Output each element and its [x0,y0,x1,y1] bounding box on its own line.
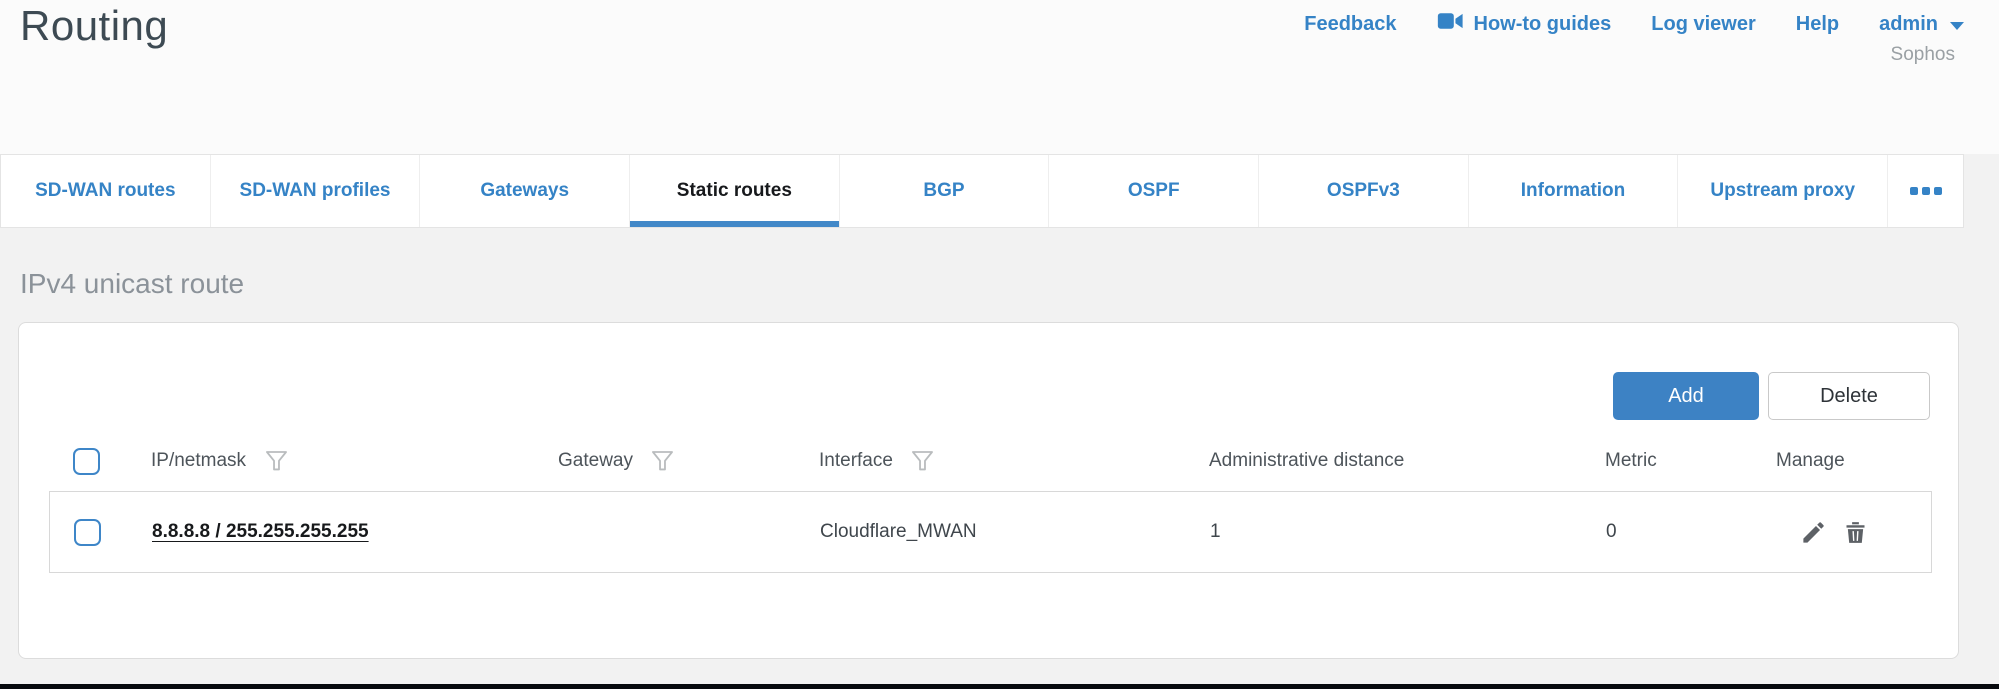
user-menu[interactable]: admin [1879,13,1964,36]
tab-upstream-proxy[interactable]: Upstream proxy [1677,155,1887,227]
tab-bgp[interactable]: BGP [839,155,1049,227]
ellipsis-icon [1910,187,1942,195]
routes-table: IP/netmask Gateway Interface Administrat… [49,431,1932,573]
add-button[interactable]: Add [1613,372,1759,420]
user-name: admin [1879,13,1938,36]
column-header-gateway: Gateway [558,450,633,472]
row-checkbox[interactable] [74,519,101,546]
chevron-down-icon [1950,22,1964,30]
tab-ospf[interactable]: OSPF [1048,155,1258,227]
filter-funnel-icon[interactable] [262,447,290,475]
select-all-checkbox[interactable] [73,448,100,475]
column-header-metric: Metric [1605,450,1657,472]
route-interface-value: Cloudflare_MWAN [820,521,1210,543]
table-row: 8.8.8.8 / 255.255.255.255 Cloudflare_MWA… [49,491,1932,573]
tab-gateways[interactable]: Gateways [419,155,629,227]
filter-funnel-icon[interactable] [909,447,937,475]
routing-tabbar: SD-WAN routes SD-WAN profiles Gateways S… [0,154,1964,228]
pencil-icon[interactable] [1799,518,1827,546]
route-ip-netmask-link[interactable]: 8.8.8.8 / 255.255.255.255 [152,521,369,542]
column-header-admin-distance: Administrative distance [1209,450,1404,472]
video-camera-icon [1437,10,1464,38]
tab-static-routes[interactable]: Static routes [629,155,839,227]
route-manage-cell [1777,518,1931,546]
column-header-manage: Manage [1776,450,1845,472]
bottom-edge-strip [0,684,1999,689]
route-metric-value: 0 [1606,521,1777,543]
feedback-link[interactable]: Feedback [1304,13,1396,36]
route-admin-distance-value: 1 [1210,521,1606,543]
org-label: Sophos [1891,44,1955,66]
routes-card: Add Delete IP/netmask Gateway Interface [18,322,1959,659]
tab-information[interactable]: Information [1468,155,1678,227]
filter-funnel-icon[interactable] [649,447,677,475]
column-header-interface: Interface [819,450,893,472]
table-header-row: IP/netmask Gateway Interface Administrat… [49,431,1932,491]
top-navigation: Feedback How-to guides Log viewer Help a… [1304,10,1964,38]
howto-guides-link[interactable]: How-to guides [1437,10,1612,38]
table-toolbar: Add Delete [1613,372,1930,420]
tab-ospfv3[interactable]: OSPFv3 [1258,155,1468,227]
header-band: Routing Feedback How-to guides Log viewe… [0,0,1999,154]
help-link[interactable]: Help [1796,13,1839,36]
tab-sdwan-profiles[interactable]: SD-WAN profiles [210,155,420,227]
section-title: IPv4 unicast route [20,268,244,300]
log-viewer-link[interactable]: Log viewer [1651,13,1755,36]
more-tabs-button[interactable] [1887,155,1963,227]
tab-sdwan-routes[interactable]: SD-WAN routes [1,155,210,227]
page-title: Routing [20,2,168,50]
delete-button[interactable]: Delete [1768,372,1930,420]
trash-icon[interactable] [1841,518,1869,546]
column-header-ip-netmask: IP/netmask [151,450,246,472]
